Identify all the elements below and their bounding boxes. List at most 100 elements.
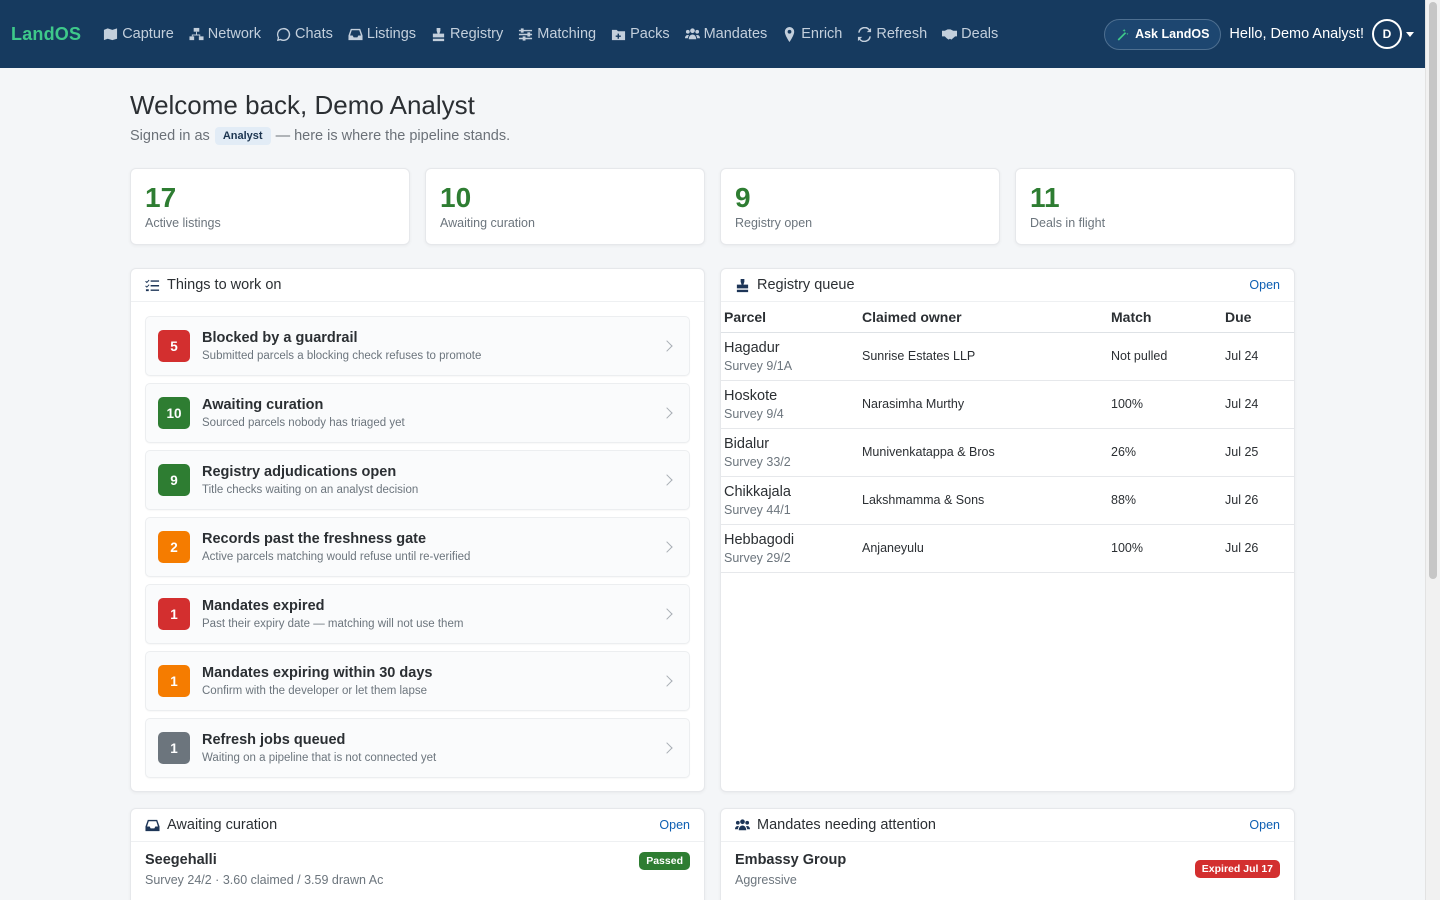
table-row[interactable]: Hoskote Survey 9/4 Narasimha Murthy 100% … (721, 380, 1294, 429)
work-item-registry-adjudications[interactable]: 9 Registry adjudications open Title chec… (145, 450, 690, 510)
nav-item-matching[interactable]: Matching (518, 26, 596, 42)
list-item-title: Seegehalli (145, 852, 217, 868)
work-item-freshness-gate[interactable]: 2 Records past the freshness gate Active… (145, 517, 690, 577)
work-item-title: Mandates expired (202, 598, 325, 614)
nav-item-chats[interactable]: Chats (276, 26, 333, 42)
refresh-icon (858, 26, 872, 42)
nav-item-label: Mandates (703, 26, 768, 42)
list-item-text: Embassy Group Aggressive (735, 852, 846, 887)
nav-item-label: Chats (294, 26, 333, 42)
match-cell: 100% (1108, 380, 1222, 429)
chevron-down-icon[interactable] (1406, 31, 1414, 37)
avatar[interactable]: D (1372, 19, 1402, 49)
work-item-awaiting-curation[interactable]: 10 Awaiting curation Sourced parcels nob… (145, 383, 690, 443)
users-icon (684, 27, 700, 39)
parcel-name[interactable]: Hoskote (724, 388, 856, 404)
column-header[interactable]: Match (1108, 302, 1222, 333)
nav-item-label: Packs (630, 26, 670, 42)
count-badge: 1 (158, 598, 190, 630)
list-item-detail: Survey 24/2 · 3.60 claimed / 3.59 drawn … (145, 873, 384, 887)
nav-item-registry[interactable]: Registry (431, 26, 503, 42)
list-item[interactable]: Seegehalli Survey 24/2 · 3.60 claimed / … (131, 842, 704, 897)
parcel-cell: Hebbagodi Survey 29/2 (721, 524, 859, 573)
nav-user-area: Ask LandOS Hello, Demo Analyst! D (1104, 18, 1414, 50)
signed-prefix: Signed in as (130, 128, 210, 144)
nav-item-label: Refresh (876, 26, 928, 42)
work-item-text: Registry adjudications open Title checks… (202, 464, 663, 496)
work-item-mandates-expiring[interactable]: 1 Mandates expiring within 30 days Confi… (145, 651, 690, 711)
table-header-row: Parcel Claimed owner Match Due (721, 302, 1294, 333)
chat-icon (276, 27, 291, 41)
registry-open-link[interactable]: Open (1249, 278, 1280, 292)
work-item-desc: Waiting on a pipeline that is not connec… (202, 752, 437, 764)
nav-item-packs[interactable]: Packs (611, 26, 670, 42)
parcel-name[interactable]: Chikkajala (724, 484, 856, 500)
list-item[interactable]: Embassy Group Aggressive Expired Jul 17 (721, 842, 1294, 897)
parcel-name[interactable]: Bidalur (724, 436, 856, 452)
registry-table: Parcel Claimed owner Match Due Hagadur Su… (721, 302, 1294, 573)
parcel-name[interactable]: Hagadur (724, 340, 856, 356)
inbox-icon (145, 819, 160, 831)
network-icon (189, 27, 204, 40)
curation-open-link[interactable]: Open (659, 818, 690, 832)
column-header[interactable]: Claimed owner (859, 302, 1108, 333)
column-header[interactable]: Due (1222, 302, 1294, 333)
parcel-name[interactable]: Hebbagodi (724, 532, 856, 548)
stat-card-registry-open[interactable]: 9 Registry open (720, 168, 1000, 245)
page-scrollbar[interactable] (1425, 0, 1440, 900)
work-item-desc: Sourced parcels nobody has triaged yet (202, 417, 405, 429)
stamp-icon (736, 278, 749, 292)
count-badge: 10 (158, 397, 190, 429)
stat-value: 10 (440, 182, 472, 213)
nav-item-mandates[interactable]: Mandates (684, 26, 768, 42)
curation-panel-header: Awaiting curation Open (131, 809, 704, 842)
nav-item-enrich[interactable]: Enrich (782, 26, 842, 42)
magic-wand-icon (1117, 28, 1129, 41)
nav-item-network[interactable]: Network (189, 26, 261, 42)
due-cell: Jul 24 (1222, 332, 1294, 381)
work-item-refresh-jobs[interactable]: 1 Refresh jobs queued Waiting on a pipel… (145, 718, 690, 778)
user-greeting: Hello, Demo Analyst! (1229, 26, 1364, 42)
nav-item-refresh[interactable]: Refresh (857, 26, 927, 42)
nav-item-deals[interactable]: Deals (942, 26, 998, 42)
parcel-survey: Survey 33/2 (724, 454, 791, 469)
mandates-open-link[interactable]: Open (1249, 818, 1280, 832)
parcel-cell: Hoskote Survey 9/4 (721, 380, 859, 429)
table-row[interactable]: Hebbagodi Survey 29/2 Anjaneyulu 100% Jul… (721, 524, 1294, 573)
work-item-title: Records past the freshness gate (202, 531, 427, 547)
work-item-desc: Title checks waiting on an analyst decis… (202, 484, 419, 496)
signed-suffix: — here is where the pipeline stands. (275, 128, 511, 144)
owner-cell: Sunrise Estates LLP (859, 332, 1108, 381)
table-row[interactable]: Bidalur Survey 33/2 Munivenkatappa & Bros… (721, 428, 1294, 477)
work-item-mandates-expired[interactable]: 1 Mandates expired Past their expiry dat… (145, 584, 690, 644)
count-badge: 1 (158, 665, 190, 697)
scrollbar-thumb[interactable] (1429, 2, 1437, 579)
parcel-survey: Survey 9/1A (724, 358, 793, 373)
mandates-panel-title: Mandates needing attention (757, 817, 936, 833)
parcel-cell: Hagadur Survey 9/1A (721, 332, 859, 381)
nav-item-label: Network (207, 26, 261, 42)
chevron-right-icon (661, 407, 673, 419)
count-badge: 9 (158, 464, 190, 496)
registry-panel: Registry queue Open Parcel Claimed owner… (720, 268, 1295, 792)
table-row[interactable]: Chikkajala Survey 44/1 Lakshmamma & Sons … (721, 476, 1294, 525)
stat-card-awaiting-curation[interactable]: 10 Awaiting curation (425, 168, 705, 245)
users-icon (735, 818, 750, 830)
stamp-icon (432, 27, 445, 41)
nav-item-listings[interactable]: Listings (348, 26, 416, 42)
work-item-desc: Confirm with the developer or let them l… (202, 685, 427, 697)
nav-item-capture[interactable]: Capture (103, 26, 174, 42)
stat-card-deals-in-flight[interactable]: 11 Deals in flight (1015, 168, 1295, 245)
owner-cell: Anjaneyulu (859, 524, 1108, 573)
brand-logo[interactable]: LandOS (11, 24, 81, 45)
column-header[interactable]: Parcel (721, 302, 859, 333)
parcel-survey: Survey 29/2 (724, 550, 791, 565)
ask-landos-button[interactable]: Ask LandOS (1104, 18, 1222, 50)
top-navbar: LandOS Capture Network Chats Listings Re… (0, 0, 1425, 68)
work-list: 5 Blocked by a guardrail Submitted parce… (131, 302, 704, 778)
work-item-blocked[interactable]: 5 Blocked by a guardrail Submitted parce… (145, 316, 690, 376)
stat-card-active-listings[interactable]: 17 Active listings (130, 168, 410, 245)
table-row[interactable]: Hagadur Survey 9/1A Sunrise Estates LLP N… (721, 332, 1294, 381)
list-item-title: Embassy Group (735, 852, 847, 868)
sliders-icon (519, 27, 533, 41)
